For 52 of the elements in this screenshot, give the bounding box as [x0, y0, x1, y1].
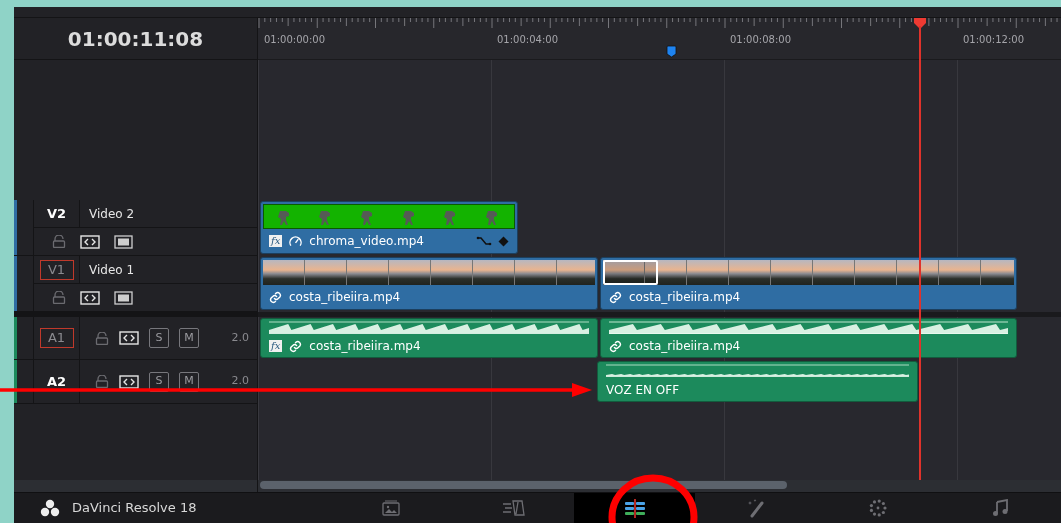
clip-name: chroma_video.mp4	[309, 233, 424, 250]
three-circles-logo-icon	[40, 499, 60, 517]
lock-icon[interactable]	[95, 331, 109, 345]
track-label[interactable]: V2	[39, 203, 74, 224]
audio-clip[interactable]: fx costa_ribeiira.mp4	[260, 318, 598, 358]
cut-page-icon	[500, 500, 525, 516]
app-name: DaVinci Resolve 18	[72, 499, 197, 518]
auto-select-icon[interactable]	[119, 331, 139, 345]
track-toggle-button[interactable]: M	[179, 328, 199, 348]
ruler-timecode: 01:00:00:00	[264, 33, 325, 47]
ruler-timecode: 01:00:12:00	[963, 33, 1024, 47]
effect-badge: fx	[269, 340, 283, 352]
dots-circle-icon	[868, 498, 889, 518]
auto-select-icon[interactable]	[80, 290, 100, 305]
effect-badge: fx	[269, 235, 283, 247]
clip-name: costa_ribeiira.mp4	[629, 289, 741, 306]
track-label[interactable]: A1	[39, 328, 74, 348]
clip-name: costa_ribeiira.mp4	[289, 289, 401, 306]
clip-name: VOZ EN OFF	[606, 381, 680, 399]
track-toggle-button[interactable]: S	[149, 328, 169, 348]
audio-clip[interactable]: costa_ribeiira.mp4	[600, 318, 1017, 358]
video-clip[interactable]: fx chroma_video.mp4	[260, 201, 518, 254]
video-clip[interactable]: costa_ribeiira.mp4	[600, 257, 1017, 310]
trim-frame[interactable]	[603, 260, 658, 285]
track-name[interactable]: Video 1	[80, 260, 135, 279]
ruler-timecode: 01:00:08:00	[730, 33, 791, 47]
track-label[interactable]: V1	[39, 259, 74, 280]
curve-icon[interactable]	[476, 236, 492, 246]
lock-icon[interactable]	[95, 375, 109, 388]
auto-select-icon[interactable]	[119, 374, 139, 389]
track-label[interactable]: A2	[39, 371, 74, 392]
film-icon[interactable]	[114, 234, 133, 249]
scrollbar-thumb[interactable]	[260, 481, 787, 489]
ruler-timecode: 01:00:04:00	[497, 33, 558, 47]
timecode-display: 01:00:11:08	[67, 25, 204, 53]
audio-clip[interactable]: VOZ EN OFF	[597, 361, 918, 402]
auto-select-icon[interactable]	[80, 234, 100, 249]
music-note-icon	[992, 499, 1009, 517]
clip-name: costa_ribeiira.mp4	[309, 338, 421, 355]
marker-icon[interactable]	[666, 45, 677, 58]
track-volume: 2.0	[231, 329, 249, 346]
track-volume: 2.0	[231, 373, 249, 390]
timeline-icon	[622, 498, 647, 518]
film-icon[interactable]	[114, 290, 133, 305]
track-name[interactable]: Video 2	[80, 204, 135, 223]
lock-icon[interactable]	[52, 291, 66, 304]
playhead[interactable]	[913, 18, 927, 480]
keyframe-icon[interactable]	[498, 235, 509, 247]
clip-name: costa_ribeiira.mp4	[629, 338, 741, 355]
video-clip[interactable]: costa_ribeiira.mp4	[260, 257, 598, 310]
image-icon	[381, 500, 400, 516]
lock-icon[interactable]	[52, 235, 66, 248]
